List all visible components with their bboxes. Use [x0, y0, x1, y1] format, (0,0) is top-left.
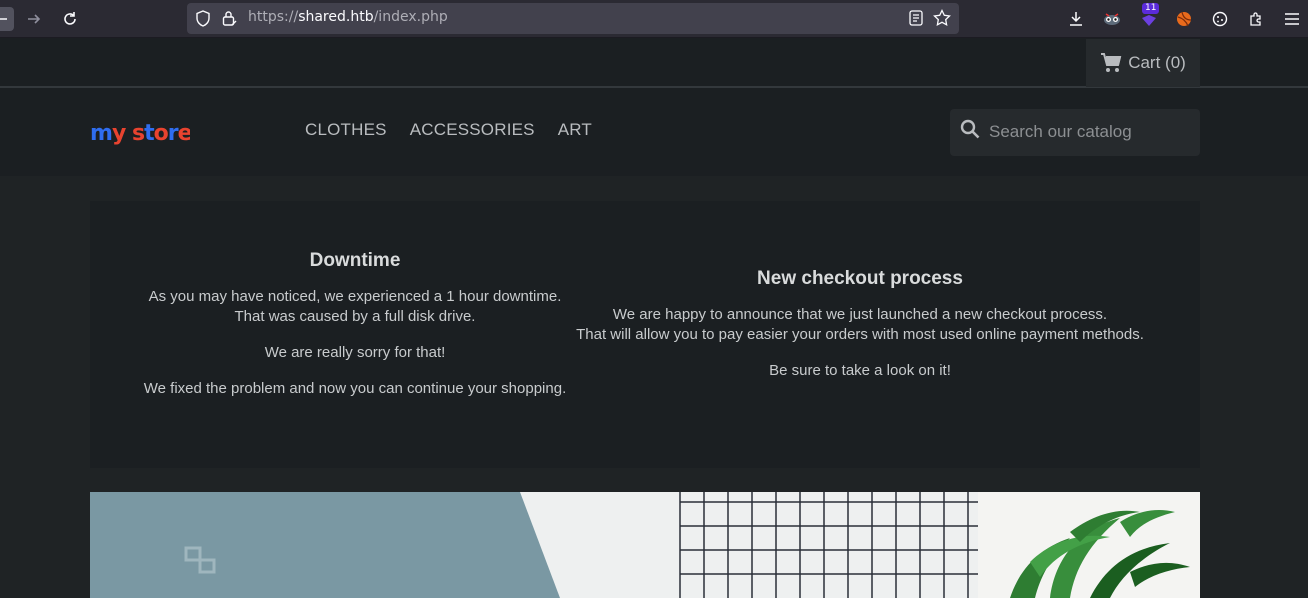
main-menu: CLOTHES ACCESSORIES ART [305, 120, 592, 140]
menu-item-art[interactable]: ART [558, 120, 592, 140]
reload-icon [64, 12, 76, 25]
svg-text:my store: my store [90, 121, 190, 146]
announcement-checkout: New checkout process We are happy to ann… [560, 268, 1160, 397]
search-icon[interactable] [960, 119, 980, 143]
site-header: my store CLOTHES ACCESSORIES ART [0, 90, 1308, 176]
announcement-paragraph: We are really sorry for that! [264, 344, 446, 361]
url-text[interactable]: https://shared.htb/index.php [248, 9, 448, 25]
announcement-paragraph: Be sure to take a look on it! [769, 362, 951, 379]
announcement-line: That will allow you to pay easier your o… [576, 326, 1144, 343]
menu-item-accessories[interactable]: ACCESSORIES [410, 120, 535, 140]
arrow-left-icon [0, 18, 7, 20]
url-path: /index.php [373, 9, 448, 25]
address-bar[interactable]: https://shared.htb/index.php [187, 3, 959, 34]
announcement-paragraph: As you may have noticed, we experienced … [130, 287, 580, 327]
announcement-line: That was caused by a full disk drive. [234, 308, 476, 325]
back-button[interactable] [0, 7, 14, 31]
shopping-cart-icon [1101, 53, 1122, 72]
url-scheme: https:// [248, 9, 299, 25]
announcement-line: As you may have noticed, we experienced … [148, 288, 562, 305]
announcement-downtime: Downtime As you may have noticed, we exp… [130, 250, 580, 415]
downloads-icon[interactable] [1064, 7, 1088, 31]
announcement-title: Downtime [309, 250, 401, 271]
url-host: shared.htb [298, 9, 374, 25]
forward-button[interactable] [22, 7, 46, 31]
top-nav: Cart (0) [0, 39, 1308, 88]
announcement-block: Downtime As you may have noticed, we exp… [90, 201, 1200, 468]
browser-toolbar: https://shared.htb/index.php 11 [0, 0, 1308, 38]
store-logo[interactable]: my store [90, 118, 193, 154]
cart-label: Cart (0) [1128, 53, 1186, 72]
extensions-puzzle-icon[interactable] [1244, 7, 1268, 31]
lock-icon[interactable] [221, 10, 237, 31]
cart-button[interactable]: Cart (0) [1086, 39, 1200, 87]
cookie-icon[interactable] [1208, 7, 1232, 31]
banner-image [90, 492, 1200, 598]
extension-badge: 11 [1142, 3, 1160, 14]
extension-mask-icon[interactable] [1100, 7, 1124, 31]
reload-button[interactable] [58, 7, 82, 31]
reader-view-icon[interactable] [909, 10, 923, 30]
announcement-line: We are happy to announce that we just la… [612, 306, 1108, 323]
search-box [950, 109, 1200, 156]
search-input[interactable] [989, 119, 1189, 145]
extension-shield-icon[interactable]: 11 [1137, 3, 1161, 31]
shield-icon[interactable] [195, 10, 211, 31]
hamburger-menu-icon[interactable] [1280, 7, 1304, 31]
announcement-title: New checkout process [757, 268, 963, 289]
announcement-paragraph: We fixed the problem and now you can con… [143, 380, 567, 397]
menu-item-clothes[interactable]: CLOTHES [305, 120, 387, 140]
arrow-right-icon [28, 14, 41, 24]
bookmark-star-icon[interactable] [933, 8, 951, 31]
hero-banner[interactable] [90, 492, 1200, 598]
announcement-paragraph: We are happy to announce that we just la… [560, 305, 1160, 345]
extension-ball-icon[interactable] [1172, 7, 1196, 31]
